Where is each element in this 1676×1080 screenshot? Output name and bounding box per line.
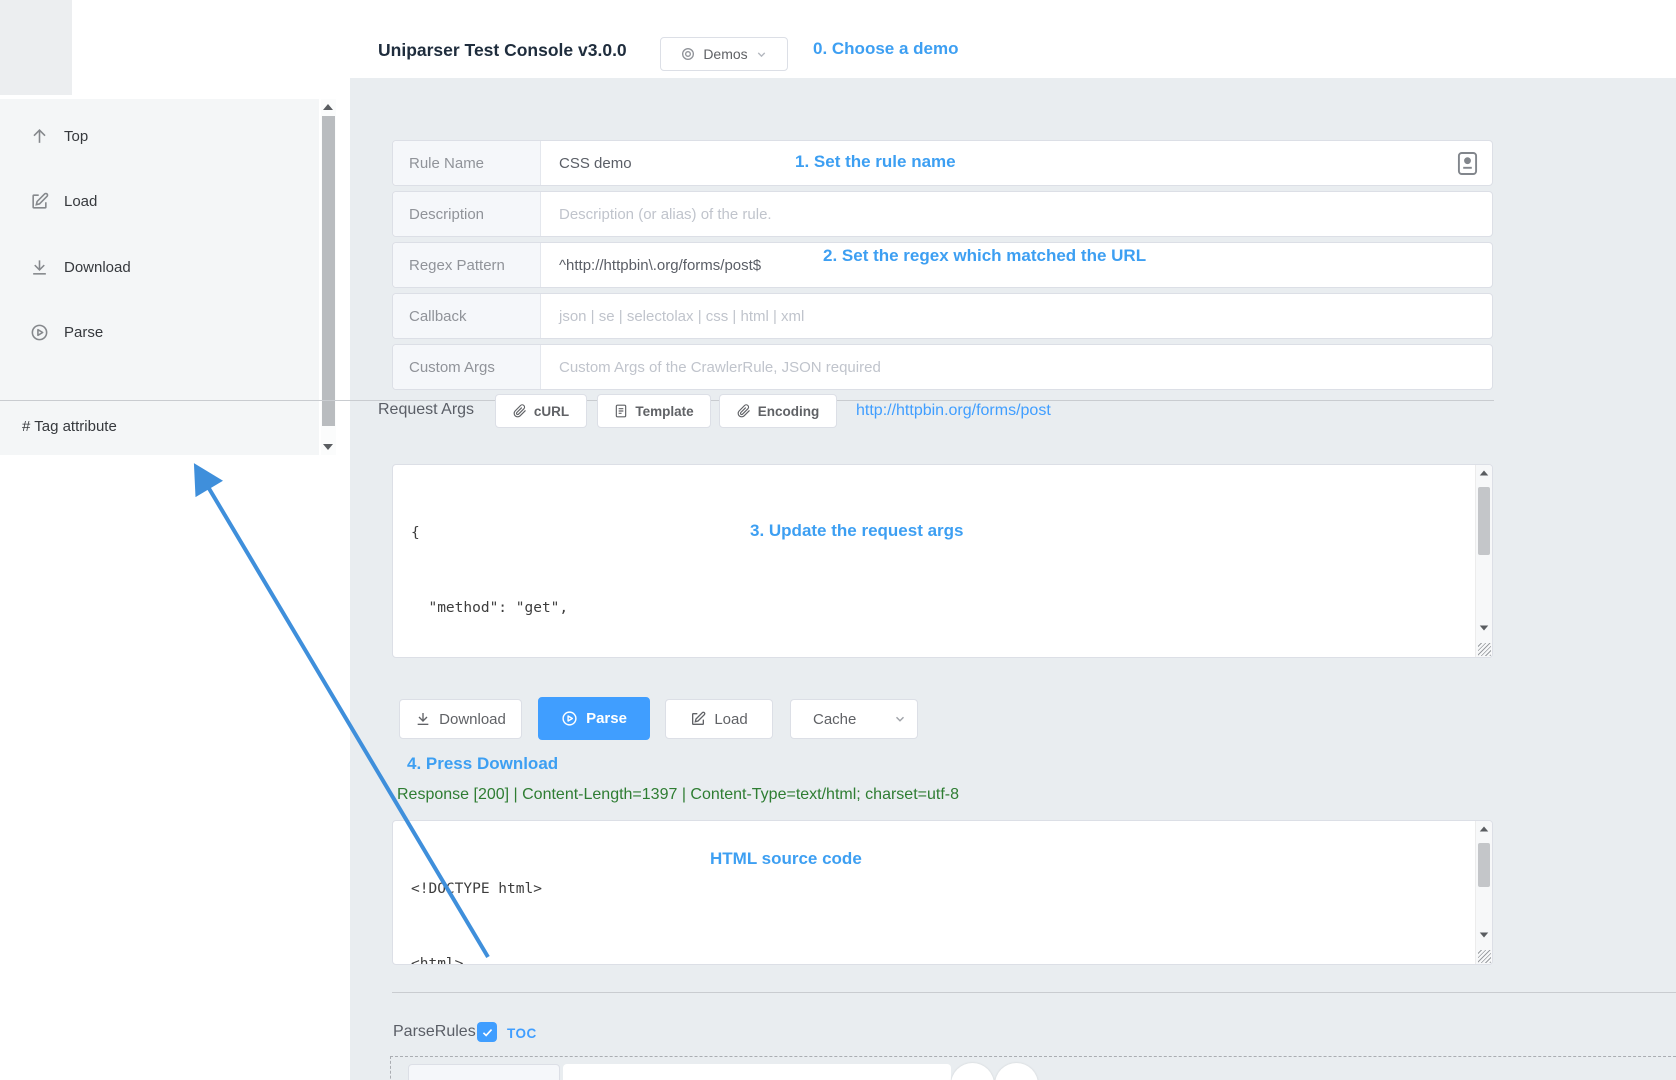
sidebar-item-label: Download [64, 259, 131, 276]
parse-button[interactable]: Parse [538, 697, 650, 740]
annotation-regex: 2. Set the regex which matched the URL [823, 246, 1146, 266]
toc-checkbox-label[interactable]: TOC [507, 1026, 537, 1041]
edit-icon [30, 192, 49, 211]
sidebar-item-top[interactable]: Top [0, 118, 319, 154]
cache-label: Cache [813, 711, 856, 728]
textarea-scrollbar[interactable] [1475, 465, 1492, 657]
load-label: Load [714, 711, 747, 728]
edit-icon [690, 711, 706, 727]
load-button[interactable]: Load [665, 699, 773, 739]
custom-args-label: Custom Args [393, 345, 541, 389]
demos-label: Demos [703, 46, 747, 62]
scroll-up-icon[interactable] [1480, 470, 1489, 475]
response-status-line: Response [200] | Content-Length=1397 | C… [397, 786, 959, 804]
sidebar-item-label: Parse [64, 324, 103, 341]
sidebar-tag-label: # Tag attribute [22, 418, 117, 435]
sidebar-scrollbar-thumb[interactable] [322, 116, 335, 426]
import-card-icon[interactable] [1457, 141, 1492, 185]
rule-name-label: Rule Name [393, 141, 541, 185]
paperclip-icon [737, 404, 751, 418]
scroll-down-icon[interactable] [1480, 625, 1489, 630]
request-args-label: Request Args [378, 401, 474, 419]
callback-input[interactable]: json | se | selectolax | css | html | xm… [541, 294, 1492, 338]
annotation-html-source: HTML source code [710, 849, 862, 869]
scroll-up-icon[interactable] [1480, 826, 1489, 831]
uniparser-test-console: Uniparser Test Console v3.0.0 Demos 0. C… [0, 0, 1676, 1080]
annotation-request-args: 3. Update the request args [750, 521, 964, 541]
code-line: <!DOCTYPE html> [411, 877, 1462, 902]
demos-dropdown-button[interactable]: Demos [660, 37, 788, 71]
resize-grip-icon[interactable] [1478, 643, 1491, 656]
textarea-scrollbar-thumb[interactable] [1478, 487, 1490, 555]
play-circle-icon [30, 323, 49, 342]
rule-name-input[interactable]: CSS demo [541, 141, 1457, 185]
request-url-link[interactable]: http://httpbin.org/forms/post [856, 402, 1051, 420]
encoding-button[interactable]: Encoding [719, 394, 837, 428]
resize-grip-icon[interactable] [1478, 950, 1491, 963]
annotation-press-download: 4. Press Download [407, 754, 558, 774]
check-icon [481, 1026, 494, 1039]
download-label: Download [439, 711, 506, 728]
curl-button[interactable]: cURL [495, 394, 587, 428]
parse-label: Parse [586, 710, 627, 727]
scroll-down-icon[interactable] [323, 444, 333, 450]
sidebar-item-load[interactable]: Load [0, 183, 319, 219]
annotation-choose-demo: 0. Choose a demo [813, 39, 958, 59]
custom-args-input[interactable]: Custom Args of the CrawlerRule, JSON req… [541, 345, 1492, 389]
parse-rule-input[interactable] [563, 1064, 951, 1080]
regex-pattern-label: Regex Pattern [393, 243, 541, 287]
download-button[interactable]: Download [399, 699, 522, 739]
sidebar-item-download[interactable]: Download [0, 249, 319, 285]
annotation-rule-name: 1. Set the rule name [795, 152, 956, 172]
play-circle-icon [561, 710, 578, 727]
form-row-callback: Callback json | se | selectolax | css | … [392, 293, 1493, 339]
chevron-down-icon[interactable] [893, 712, 907, 726]
textarea-scrollbar[interactable] [1475, 821, 1492, 964]
toc-checkbox[interactable] [477, 1022, 497, 1042]
template-label: Template [635, 404, 693, 419]
file-icon [614, 404, 628, 418]
code-line: <html> [411, 952, 1462, 965]
curl-label: cURL [534, 404, 569, 419]
callback-label: Callback [393, 294, 541, 338]
download-icon [415, 711, 431, 727]
chevron-down-icon [755, 48, 768, 61]
sidebar-item-parse[interactable]: Parse [0, 314, 319, 350]
parse-rules-label: ParseRules [393, 1023, 476, 1041]
scroll-down-icon[interactable] [1480, 932, 1489, 937]
encoding-label: Encoding [758, 404, 820, 419]
sidebar-item-tag-attribute[interactable]: # Tag attribute [0, 406, 319, 446]
sidebar-item-label: Top [64, 128, 88, 145]
textarea-scrollbar-thumb[interactable] [1478, 843, 1490, 887]
parse-rule-name-cell [408, 1064, 560, 1080]
sidebar-scrollbar[interactable] [321, 99, 336, 455]
request-args-textarea[interactable]: { "method": "get", "url": "http://httpbi… [392, 464, 1493, 658]
form-row-description: Description Description (or alias) of th… [392, 191, 1493, 237]
cache-split-button[interactable]: Cache [790, 699, 918, 739]
corner-block [0, 0, 72, 95]
description-input[interactable]: Description (or alias) of the rule. [541, 192, 1492, 236]
paperclip-icon [513, 404, 527, 418]
code-line: "method": "get", [411, 596, 1462, 621]
template-button[interactable]: Template [597, 394, 711, 428]
description-label: Description [393, 192, 541, 236]
scroll-up-icon[interactable] [323, 104, 333, 110]
divider [392, 992, 1676, 993]
page-title: Uniparser Test Console v3.0.0 [378, 40, 627, 61]
target-icon [680, 46, 696, 62]
sidebar-item-label: Load [64, 193, 97, 210]
download-icon [30, 258, 49, 277]
form-row-custom-args: Custom Args Custom Args of the CrawlerRu… [392, 344, 1493, 390]
arrow-up-icon [30, 127, 49, 146]
response-html-textarea[interactable]: <!DOCTYPE html> <html> <head> </head> <b… [392, 820, 1493, 965]
